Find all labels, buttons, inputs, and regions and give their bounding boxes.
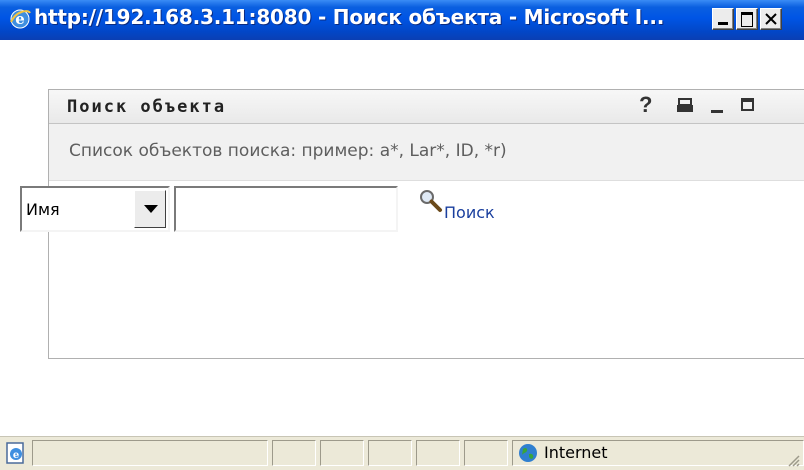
svg-text:e: e bbox=[13, 450, 19, 461]
portlet-maximize-icon[interactable] bbox=[741, 98, 754, 111]
maximize-icon bbox=[741, 12, 753, 27]
browser-content: Поиск объекта ? Список объектов поиска: … bbox=[0, 40, 804, 436]
ie-logo-icon: e bbox=[10, 9, 31, 29]
close-button[interactable] bbox=[760, 8, 782, 30]
print-icon[interactable] bbox=[676, 98, 694, 114]
status-text-panel bbox=[32, 440, 268, 466]
page-icon: e bbox=[6, 442, 24, 464]
minimize-button[interactable] bbox=[712, 8, 734, 30]
description-area: Список объектов поиска: пример: a*, Lar*… bbox=[49, 124, 804, 181]
search-field-select[interactable]: Имя bbox=[20, 186, 170, 232]
maximize-button[interactable] bbox=[736, 8, 758, 30]
status-panel bbox=[320, 440, 364, 466]
portlet-header: Поиск объекта ? bbox=[49, 90, 804, 124]
dropdown-arrow-icon bbox=[144, 205, 158, 213]
status-panel bbox=[464, 440, 508, 466]
search-hint-text: Список объектов поиска: пример: a*, Lar*… bbox=[69, 141, 507, 161]
resize-grip-icon[interactable] bbox=[786, 453, 800, 467]
status-panel bbox=[368, 440, 412, 466]
close-icon bbox=[765, 13, 777, 25]
status-panel bbox=[272, 440, 316, 466]
search-field-select-value: Имя bbox=[26, 200, 60, 219]
dropdown-button[interactable] bbox=[134, 190, 166, 228]
globe-icon bbox=[519, 444, 537, 462]
help-icon[interactable]: ? bbox=[639, 92, 652, 118]
status-panel bbox=[416, 440, 460, 466]
portlet-minimize-icon[interactable] bbox=[711, 110, 723, 113]
search-link[interactable]: Поиск bbox=[444, 203, 495, 222]
portlet-title: Поиск объекта bbox=[67, 97, 227, 117]
window-titlebar[interactable]: e http://192.168.3.11:8080 - Поиск объек… bbox=[0, 0, 804, 40]
search-input[interactable] bbox=[174, 186, 398, 232]
status-bar: e Internet bbox=[0, 436, 804, 470]
magnifier-icon[interactable] bbox=[418, 188, 444, 214]
minimize-icon bbox=[718, 22, 728, 25]
security-zone-label: Internet bbox=[544, 443, 608, 462]
window-title: http://192.168.3.11:8080 - Поиск объекта… bbox=[34, 5, 665, 29]
